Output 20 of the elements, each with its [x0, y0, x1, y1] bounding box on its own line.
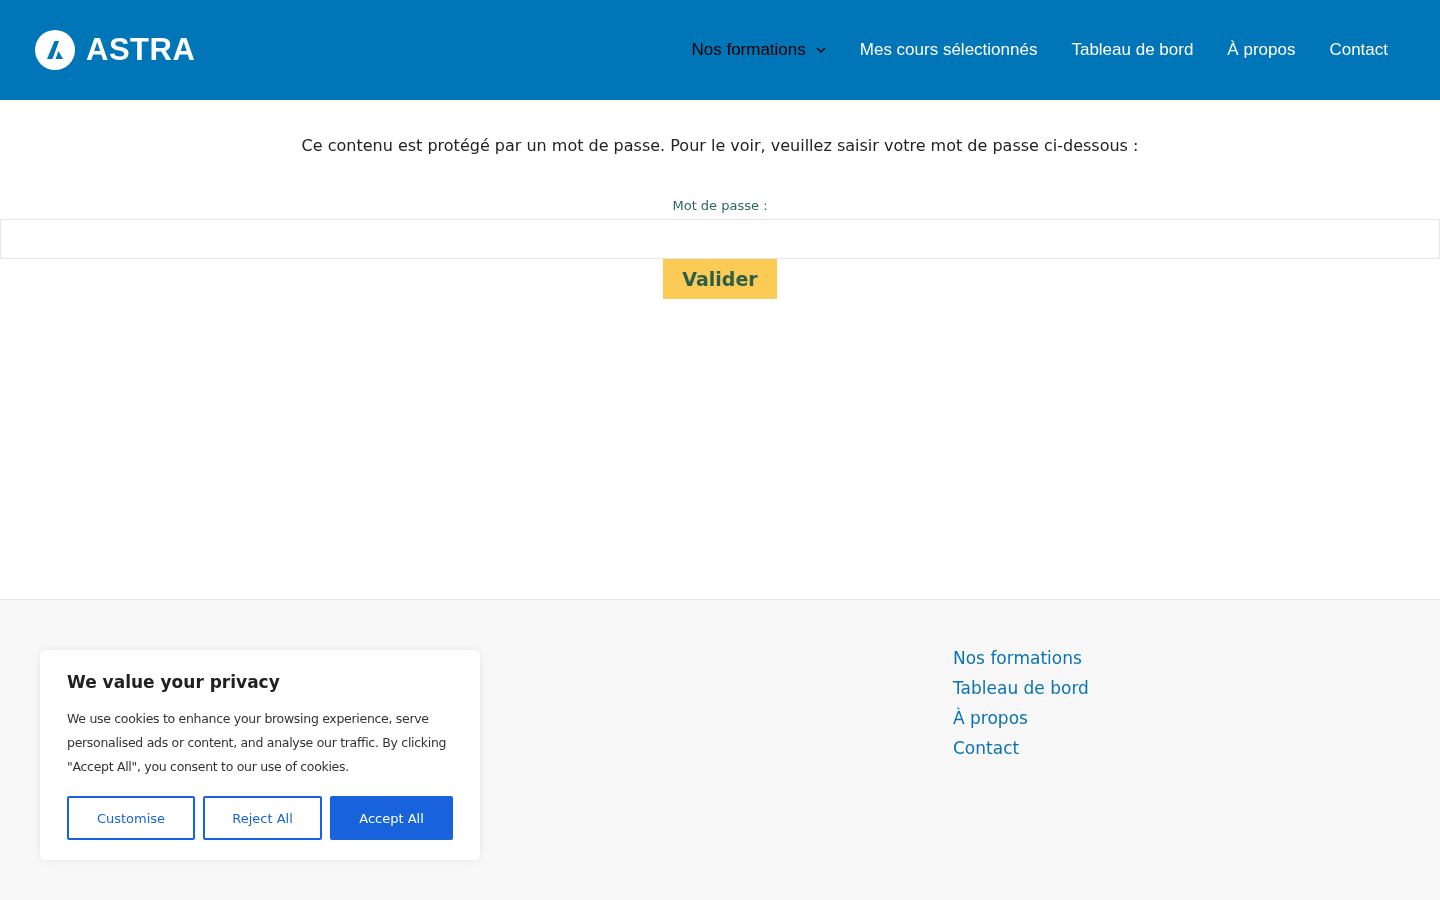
- nav-link[interactable]: Mes cours sélectionnés: [859, 40, 1038, 60]
- protected-message: Ce contenu est protégé par un mot de passe. Pour le voir, veuillez saisir votre mot de passe ci-dessous :: [301, 135, 1139, 157]
- footer-link[interactable]: Contact: [953, 736, 1440, 760]
- logo-icon: [35, 30, 75, 70]
- logo-text[interactable]: ASTRA: [86, 32, 196, 68]
- submit-button[interactable]: Valider: [663, 259, 777, 299]
- cookie-button[interactable]: Customise: [67, 796, 195, 840]
- cookie-button[interactable]: Accept All: [330, 796, 453, 840]
- cookie-button[interactable]: Reject All: [203, 796, 322, 840]
- cookie-text: We use cookies to enhance your browsing experience, serve personalised ads or content, and analyse our traffic. By clicking "Accept All", you consent to our use of cookies.: [67, 710, 448, 776]
- password-label: Mot de passe :: [672, 198, 768, 213]
- nav-link[interactable]: Contact: [1329, 40, 1388, 60]
- nav-link[interactable]: À propos: [1227, 40, 1296, 60]
- nav-link[interactable]: Tableau de bord: [1071, 40, 1194, 60]
- footer-link[interactable]: Nos formations: [953, 646, 1440, 670]
- footer-link[interactable]: À propos: [953, 706, 1440, 730]
- cookie-title: We value your privacy: [67, 672, 281, 692]
- password-field[interactable]: [0, 219, 1440, 259]
- nav-link[interactable]: Nos formations: [691, 40, 826, 60]
- footer-link[interactable]: Tableau de bord: [953, 676, 1440, 700]
